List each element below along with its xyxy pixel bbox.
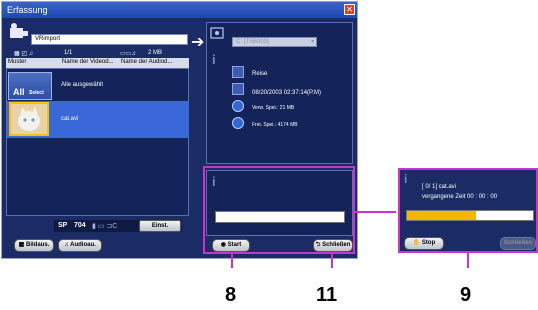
folder-info-text: Reise <box>252 71 268 77</box>
item-count: 1/1 <box>64 50 73 56</box>
callout-line-11 <box>331 254 333 268</box>
folder-name-field[interactable]: VRimport <box>31 34 188 45</box>
music-icon: ♫ <box>64 242 69 248</box>
bildaus-button[interactable]: ▦ Bildaus. <box>14 239 54 252</box>
disk-free-icon <box>232 117 244 129</box>
sp-label: SP <box>58 222 68 229</box>
calendar-icon <box>232 83 244 95</box>
free-space-text: Frei. Spei.: 4174 MB <box>252 122 298 128</box>
callout-line-9 <box>467 253 469 268</box>
format-icons: ▮ ▭ ⊐C <box>92 223 118 230</box>
popup-progress-bar <box>406 210 534 221</box>
bildaus-label: Bildaus. <box>26 242 50 248</box>
stop-label: Stop <box>421 240 436 246</box>
sp-value: 704 <box>74 222 86 229</box>
column-header[interactable]: Name der Videod... <box>62 59 114 65</box>
close-button[interactable]: ✕ <box>344 4 355 15</box>
grid-view-icon[interactable]: ▦ ◰ ♫ <box>14 50 33 57</box>
capture-progress-popup: i [ 0/ 1] cat.avi vergangene Zeit 00 : 0… <box>398 168 538 253</box>
callout-number-start: 8 <box>225 284 237 306</box>
progress-fill <box>407 211 477 220</box>
callout-number-schliessen: 11 <box>316 284 338 306</box>
audioau-button[interactable]: ♫ Audioau. <box>58 239 102 252</box>
einst-label: Einst. <box>151 223 169 229</box>
capacity-value: 2 MB <box>148 50 163 56</box>
film-icon: ▦ <box>18 242 25 248</box>
all-select-thumbnail[interactable]: All Select <box>8 72 52 100</box>
drive-label: C: [TSB003] <box>236 39 269 45</box>
info-icon: i <box>404 172 408 186</box>
column-header-row: Muster Name der Videod... Name der Audio… <box>6 58 189 68</box>
callout-highlight-box <box>203 166 355 254</box>
einst-button[interactable]: Einst. <box>139 220 181 232</box>
used-space-text: Verw. Spei.: 21 MB <box>252 105 295 111</box>
column-header[interactable]: Muster <box>8 59 26 65</box>
window-title: Erfassung <box>7 5 48 15</box>
hand-icon: ✋ <box>412 240 421 246</box>
info-icon: i <box>212 52 216 67</box>
drive-icon <box>210 26 224 40</box>
arrow-right-icon: ➔ <box>191 34 205 51</box>
chevron-down-icon: ▾ <box>310 39 314 45</box>
storage-icon: ▭▭♫ <box>120 51 136 57</box>
camera-folder-icon <box>8 22 30 44</box>
column-header[interactable]: Name der Audiod... <box>121 59 172 65</box>
popup-schliessen-button: Schließen <box>500 237 536 250</box>
disk-used-icon <box>232 100 244 112</box>
clip-file-name: cat.avi <box>61 116 79 122</box>
audioau-label: Audioau. <box>70 242 96 248</box>
callout-line-8 <box>231 254 233 268</box>
all-select-label[interactable]: Alle ausgewählt <box>61 82 103 88</box>
progress-count: [ 0/ 1] cat.avi <box>422 184 457 190</box>
window-title-bar: Erfassung <box>2 2 357 18</box>
elapsed-time: vergangene Zeit 00 : 00 : 00 <box>422 194 498 200</box>
date-info-text: 08/20/2003 02:37:14(P.M) <box>252 90 321 96</box>
popup-schliessen-label: Schließen <box>503 240 533 246</box>
drive-select[interactable]: C: [TSB003] ▾ <box>232 37 317 47</box>
callout-connector <box>355 211 396 213</box>
cat-thumbnail <box>9 102 49 136</box>
stop-button[interactable]: ✋ Stop <box>404 237 444 250</box>
select-badge: Select <box>29 90 44 96</box>
all-badge: All <box>13 87 25 97</box>
callout-number-stop: 9 <box>460 284 472 306</box>
folder-icon <box>232 66 244 78</box>
